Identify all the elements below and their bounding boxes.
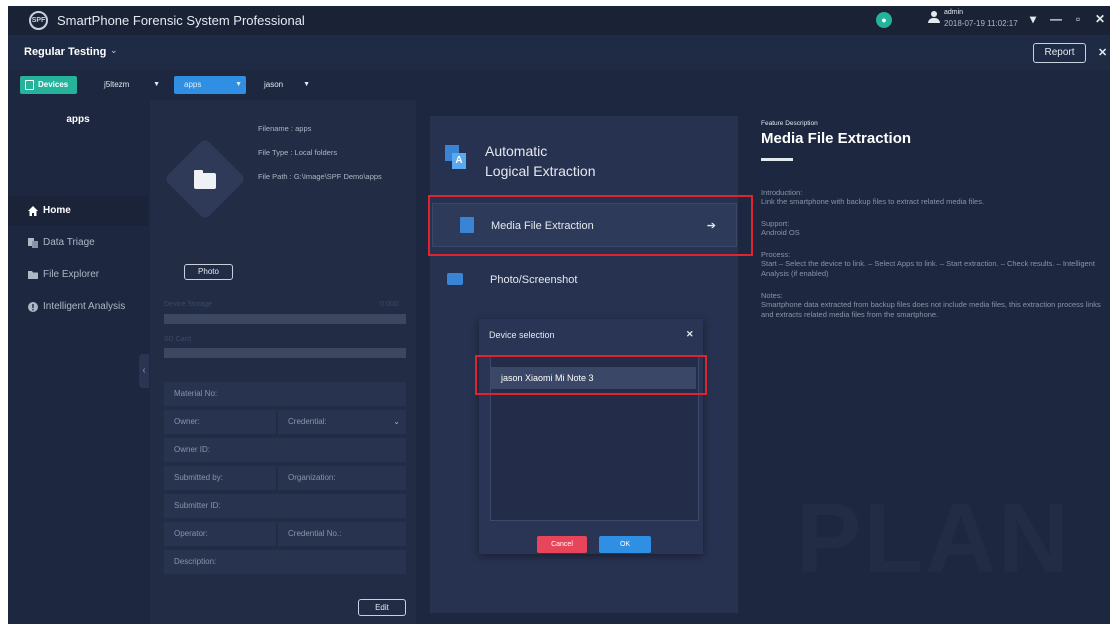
credential-select[interactable]: Credential: ⌄ — [278, 410, 406, 434]
owner-field[interactable]: Owner: — [164, 410, 276, 434]
collapse-sidebar-handle[interactable]: ‹ — [139, 354, 149, 388]
user-icon — [928, 11, 940, 25]
device-storage-bar — [164, 314, 406, 324]
extraction-title: Automatic Logical Extraction — [485, 141, 596, 181]
title-underline — [761, 158, 793, 161]
case-select[interactable]: jason ▼ — [264, 76, 314, 94]
filename: Filename : apps — [258, 124, 312, 133]
app-select[interactable]: apps ▼ — [174, 76, 246, 94]
introduction-text: Link the smartphone with backup files to… — [761, 197, 985, 206]
devices-icon — [25, 80, 34, 90]
maximize-icon[interactable]: ▫ — [1071, 12, 1085, 26]
ok-button[interactable]: OK — [599, 536, 651, 553]
device-storage-label: Device Storage — [164, 301, 212, 308]
support-heading: Support: — [761, 219, 790, 228]
sidebar-item-intelligent-analysis[interactable]: Intelligent Analysis — [8, 292, 148, 322]
message-icon[interactable]: ● — [876, 12, 892, 28]
operator-field[interactable]: Operator: — [164, 522, 276, 546]
feature-title: Media File Extraction — [761, 130, 912, 147]
cancel-button[interactable]: Cancel — [537, 536, 587, 553]
file-path: File Path : G:\Image\SPF Demo\apps — [258, 172, 382, 181]
file-type: File Type : Local folders — [258, 148, 338, 157]
process-text: Start – Select the device to link. – Sel… — [761, 259, 1095, 278]
credential-no-field[interactable]: Credential No.: — [278, 522, 406, 546]
credential-label: Credential: — [288, 417, 327, 426]
feature-description: Feature Description Media File Extractio… — [761, 120, 1110, 320]
chevron-down-icon[interactable]: ⌄ — [110, 45, 118, 56]
extraction-title-line2: Logical Extraction — [485, 163, 596, 179]
app-window: SPF SmartPhone Forensic System Professio… — [8, 6, 1110, 624]
evidence-detail-panel: Filename : apps File Type : Local folder… — [150, 100, 416, 624]
owner-id-field[interactable]: Owner ID: — [164, 438, 406, 462]
submitter-id-field[interactable]: Submitter ID: — [164, 494, 406, 518]
extraction-title-line1: Automatic — [485, 143, 548, 159]
sidebar-item-label: File Explorer — [43, 269, 100, 280]
camera-icon — [447, 273, 463, 285]
support-text: Android OS — [761, 228, 800, 237]
caret-down-icon: ▼ — [235, 81, 242, 88]
notes-heading: Notes: — [761, 291, 783, 300]
login-datetime: 2018-07-19 11:02:17 — [944, 19, 1018, 28]
username: admin — [944, 9, 964, 16]
sidebar-item-label: Data Triage — [43, 237, 95, 248]
mode-title[interactable]: Regular Testing — [24, 46, 106, 58]
highlight-box — [428, 195, 753, 256]
report-button[interactable]: Report — [1033, 43, 1086, 63]
notes-text: Smartphone data extracted from backup fi… — [761, 300, 1101, 319]
sidebar: apps Home Data Triage File Explorer Inte… — [8, 100, 149, 624]
home-icon — [28, 206, 38, 216]
sidebar-item-home[interactable]: Home — [8, 196, 148, 226]
app-select-value: apps — [184, 80, 202, 89]
caret-down-icon: ▼ — [303, 81, 310, 88]
logical-extraction-icon: A — [445, 145, 467, 169]
photo-button[interactable]: Photo — [184, 264, 233, 280]
chevron-down-icon: ⌄ — [393, 417, 400, 426]
minimize-icon[interactable]: — — [1049, 12, 1063, 26]
folder-icon — [28, 271, 38, 279]
edit-button[interactable]: Edit — [358, 599, 406, 616]
analysis-icon — [28, 302, 38, 312]
close-icon[interactable]: ✕ — [1098, 46, 1107, 59]
option-label: Photo/Screenshot — [490, 274, 578, 286]
toolbar: Devices j5ltezm ▼ apps ▼ jason ▼ — [8, 70, 1110, 100]
data-triage-icon — [28, 238, 38, 248]
sd-card-label: SD Card — [164, 336, 191, 343]
material-no-field[interactable]: Material No: — [164, 382, 406, 406]
sidebar-title: apps — [66, 114, 90, 125]
sidebar-item-label: Intelligent Analysis — [43, 301, 126, 312]
introduction-heading: Introduction: — [761, 188, 803, 197]
app-title: SmartPhone Forensic System Professional — [57, 13, 305, 28]
device-select-value: j5ltezm — [104, 80, 130, 89]
background-watermark: PLAN — [796, 483, 1071, 593]
device-select[interactable]: j5ltezm ▼ — [104, 76, 164, 94]
photo-screenshot-option[interactable]: Photo/Screenshot — [432, 258, 737, 302]
sidebar-item-data-triage[interactable]: Data Triage — [8, 228, 148, 258]
highlight-box — [475, 355, 707, 395]
submitted-by-field[interactable]: Submitted by: — [164, 466, 276, 490]
sd-card-bar — [164, 348, 406, 358]
feature-description-label: Feature Description — [761, 120, 818, 127]
menu-dropdown-icon[interactable]: ▾ — [1026, 12, 1040, 26]
case-select-value: jason — [264, 80, 284, 89]
devices-button[interactable]: Devices — [20, 76, 77, 94]
close-window-icon[interactable]: ✕ — [1093, 12, 1107, 26]
organization-field[interactable]: Organization: — [278, 466, 406, 490]
description-field[interactable]: Description: — [164, 550, 406, 574]
dialog-title: Device selection — [489, 330, 555, 340]
devices-label: Devices — [38, 80, 69, 89]
app-logo: SPF — [29, 11, 48, 30]
sidebar-item-file-explorer[interactable]: File Explorer — [8, 260, 148, 290]
process-heading: Process: — [761, 250, 791, 259]
caret-down-icon: ▼ — [153, 81, 160, 88]
folder-icon — [194, 170, 216, 189]
title-bar: SPF SmartPhone Forensic System Professio… — [8, 6, 1110, 35]
sub-header: Regular Testing ⌄ Report ✕ — [8, 35, 1110, 70]
device-storage-value: 0.00G — [380, 301, 400, 308]
close-icon[interactable]: ✕ — [686, 329, 694, 340]
sidebar-item-label: Home — [43, 205, 71, 216]
